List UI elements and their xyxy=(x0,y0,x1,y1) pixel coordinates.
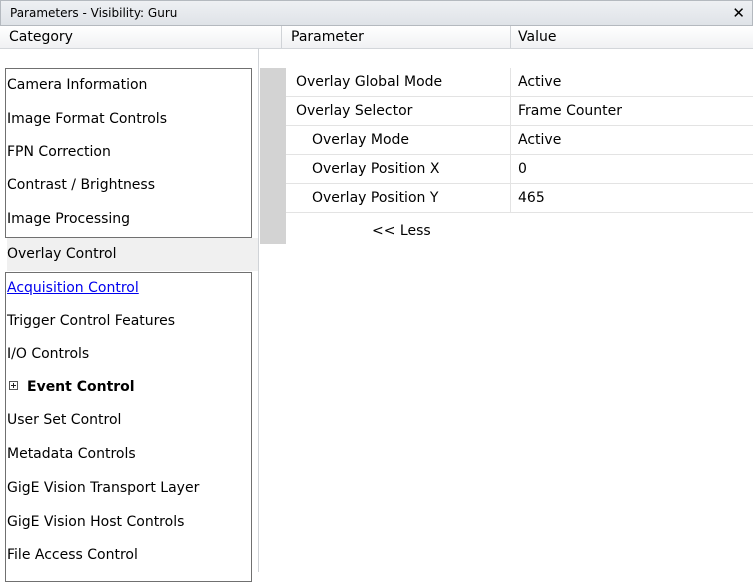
category-gige-vision-host-controls[interactable]: GigE Vision Host Controls xyxy=(7,506,252,539)
row-gutter xyxy=(260,68,286,244)
column-separator xyxy=(510,97,511,125)
param-row[interactable]: Overlay Position X 0 xyxy=(286,155,753,184)
param-row[interactable]: Overlay Position Y 465 xyxy=(286,184,753,213)
column-separator xyxy=(510,155,511,183)
param-value[interactable]: Active xyxy=(518,68,561,97)
category-metadata-controls[interactable]: Metadata Controls xyxy=(7,438,252,471)
column-separator xyxy=(510,184,511,212)
category-gige-vision-transport-layer[interactable]: GigE Vision Transport Layer xyxy=(7,472,252,505)
column-separator xyxy=(510,126,511,154)
category-label: Event Control xyxy=(27,379,135,395)
header-separator xyxy=(281,26,282,48)
category-image-processing[interactable]: Image Processing xyxy=(7,203,252,236)
category-acquisition-control[interactable]: Acquisition Control xyxy=(7,272,252,305)
less-button[interactable]: << Less xyxy=(372,221,431,241)
param-name: Overlay Position X xyxy=(312,161,440,177)
category-event-control[interactable]: Event Control xyxy=(7,371,252,404)
param-row[interactable]: Overlay Selector Frame Counter xyxy=(286,97,753,126)
category-user-set-control[interactable]: User Set Control xyxy=(7,404,252,437)
param-name: Overlay Mode xyxy=(312,132,410,148)
category-fpn-correction[interactable]: FPN Correction xyxy=(7,136,252,169)
close-icon[interactable]: ✕ xyxy=(732,4,745,22)
param-name: Overlay Selector xyxy=(296,103,413,119)
value-header[interactable]: Value xyxy=(518,26,556,48)
category-image-format-controls[interactable]: Image Format Controls xyxy=(7,103,252,136)
header-separator xyxy=(510,26,511,48)
category-label: Overlay Control xyxy=(7,246,117,262)
param-value[interactable]: Active xyxy=(518,126,561,155)
category-io-controls[interactable]: I/O Controls xyxy=(7,338,252,371)
category-contrast-brightness[interactable]: Contrast / Brightness xyxy=(7,169,252,202)
category-file-access-control[interactable]: File Access Control xyxy=(7,539,252,572)
param-name: Overlay Global Mode xyxy=(296,74,443,90)
category-camera-information[interactable]: Camera Information xyxy=(7,69,252,102)
title-bar: Parameters - Visibility: Guru ✕ xyxy=(0,0,753,26)
param-name: Overlay Position Y xyxy=(312,190,439,206)
param-value[interactable]: 0 xyxy=(518,155,527,184)
window-title: Parameters - Visibility: Guru xyxy=(10,6,178,20)
column-separator xyxy=(510,68,511,96)
param-row[interactable]: Overlay Mode Active xyxy=(286,126,753,155)
category-overlay-control[interactable]: Overlay Control xyxy=(7,238,258,271)
category-panel: Camera Information Image Format Controls… xyxy=(0,48,258,582)
parameter-header[interactable]: Parameter xyxy=(291,26,364,48)
category-trigger-control-features[interactable]: Trigger Control Features xyxy=(7,305,252,338)
param-row[interactable]: Overlay Global Mode Active xyxy=(286,68,753,97)
category-header: Category xyxy=(9,29,73,45)
column-header: Category Parameter Value xyxy=(0,26,753,49)
acquisition-control-link[interactable]: Acquisition Control xyxy=(7,280,139,296)
param-value[interactable]: Frame Counter xyxy=(518,97,622,126)
param-value[interactable]: 465 xyxy=(518,184,545,213)
panel-divider xyxy=(258,48,259,572)
expand-plus-icon[interactable] xyxy=(9,381,18,390)
